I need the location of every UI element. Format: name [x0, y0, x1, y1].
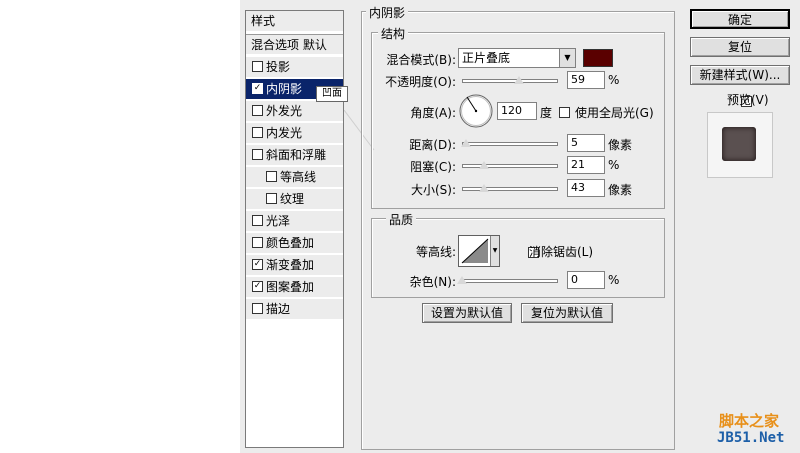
style-item-checkbox[interactable] [252, 237, 263, 248]
contour-label: 等高线: [415, 245, 456, 259]
choke-slider[interactable] [462, 164, 558, 168]
style-item-label: 纹理 [280, 192, 305, 206]
noise-label: 杂色(N): [409, 275, 456, 289]
style-item[interactable]: 内发光 [246, 123, 343, 144]
preview-swatch [722, 127, 756, 161]
size-input[interactable]: 43 [567, 179, 605, 197]
style-item-checkbox[interactable] [252, 61, 263, 72]
choke-unit: % [608, 158, 620, 172]
size-slider-thumb[interactable] [479, 184, 489, 192]
global-light-label: 使用全局光(G) [575, 106, 654, 120]
style-item[interactable]: 等高线 [246, 167, 343, 188]
style-item-label: 内阴影 [266, 82, 303, 96]
style-item[interactable]: ✓ 渐变叠加 [246, 255, 343, 276]
preview-label: 预览(V) [727, 93, 769, 107]
style-item-checkbox[interactable] [252, 105, 263, 116]
noise-unit: % [608, 273, 620, 287]
contour-picker[interactable]: ▼ [458, 235, 500, 267]
reset-default-button[interactable]: 复位为默认值 [521, 303, 613, 323]
style-item-label: 描边 [266, 302, 291, 316]
angle-dial[interactable] [458, 93, 494, 129]
opacity-slider-thumb[interactable] [514, 76, 524, 84]
style-item-label: 颜色叠加 [266, 236, 315, 250]
watermark-logo: 脚本之家 [719, 412, 780, 430]
style-item[interactable]: 纹理 [246, 189, 343, 210]
size-unit: 像素 [608, 183, 633, 197]
reset-button[interactable]: 复位 [690, 37, 790, 57]
quality-title: 品质 [386, 211, 417, 228]
angle-input[interactable]: 120 [497, 102, 537, 120]
style-item-checkbox[interactable] [252, 215, 263, 226]
style-item-label: 图案叠加 [266, 280, 315, 294]
opacity-input[interactable]: 59 [567, 71, 605, 89]
noise-slider[interactable] [462, 279, 558, 283]
distance-unit: 像素 [608, 138, 633, 152]
style-item-checkbox[interactable]: ✓ [252, 281, 263, 292]
styles-header[interactable]: 样式 [246, 11, 343, 32]
blend-mode-select[interactable]: 正片叠底 ▼ [458, 48, 576, 68]
contour-preview-icon [461, 238, 489, 264]
ok-button[interactable]: 确定 [690, 9, 790, 29]
anti-alias-label: 消除锯齿(L) [529, 245, 594, 259]
distance-slider-thumb[interactable] [461, 139, 471, 147]
style-item-checkbox[interactable] [252, 149, 263, 160]
style-item-label: 等高线 [280, 170, 317, 184]
distance-input[interactable]: 5 [567, 134, 605, 152]
style-item-label: 外发光 [266, 104, 303, 118]
style-preview [707, 112, 773, 178]
distance-label: 距离(D): [409, 138, 456, 152]
new-style-button[interactable]: 新建样式(W)... [690, 65, 790, 85]
choke-label: 阻塞(C): [410, 160, 456, 174]
watermark-url: JB51.Net [717, 430, 785, 446]
choke-slider-thumb[interactable] [479, 161, 489, 169]
opacity-slider[interactable] [462, 79, 558, 83]
size-label: 大小(S): [410, 183, 456, 197]
structure-title: 结构 [378, 25, 409, 42]
style-item-label: 投影 [266, 60, 291, 74]
angle-label: 角度(A): [410, 106, 456, 120]
choke-input[interactable]: 21 [567, 156, 605, 174]
style-item-checkbox[interactable] [252, 303, 263, 314]
opacity-unit: % [608, 73, 620, 87]
size-slider[interactable] [462, 187, 558, 191]
angle-unit: 度 [540, 106, 553, 120]
opacity-label: 不透明度(O): [385, 75, 456, 89]
distance-slider[interactable] [462, 142, 558, 146]
noise-slider-thumb[interactable] [457, 276, 467, 284]
style-item-checkbox[interactable] [252, 127, 263, 138]
style-item-checkbox[interactable] [266, 193, 277, 204]
style-item[interactable]: 斜面和浮雕 [246, 145, 343, 166]
blend-mode-value: 正片叠底 [462, 51, 511, 65]
tooltip: 凹面 [316, 86, 348, 102]
style-item-label: 斜面和浮雕 [266, 148, 327, 162]
style-item-label: 内发光 [266, 126, 303, 140]
noise-input[interactable]: 0 [567, 271, 605, 289]
style-item[interactable]: 描边 [246, 299, 343, 320]
style-item-checkbox[interactable]: ✓ [252, 259, 263, 270]
style-item-checkbox[interactable]: ✓ [252, 83, 263, 94]
style-item[interactable]: 光泽 [246, 211, 343, 232]
global-light-checkbox[interactable] [559, 107, 570, 118]
styles-list: 样式 混合选项 默认 投影 ✓ 内阴影 外发光 内发光 斜面和浮雕 等高线 纹理 光泽 颜色叠加 ✓… [245, 10, 344, 448]
style-item[interactable]: 颜色叠加 [246, 233, 343, 254]
style-item[interactable]: 外发光 [246, 101, 343, 122]
chevron-down-icon[interactable]: ▼ [490, 236, 499, 266]
blend-mode-label: 混合模式(B): [386, 53, 456, 67]
make-default-button[interactable]: 设置为默认值 [422, 303, 512, 323]
style-item-label: 渐变叠加 [266, 258, 315, 272]
style-item-checkbox[interactable] [266, 171, 277, 182]
style-item[interactable]: 投影 [246, 57, 343, 78]
chevron-down-icon[interactable]: ▼ [559, 49, 575, 67]
inner-shadow-title: 内阴影 [366, 4, 409, 21]
blend-options-item[interactable]: 混合选项 默认 [246, 34, 343, 55]
style-item-label: 光泽 [266, 214, 291, 228]
style-item[interactable]: ✓ 图案叠加 [246, 277, 343, 298]
shadow-color-swatch[interactable] [583, 49, 613, 67]
